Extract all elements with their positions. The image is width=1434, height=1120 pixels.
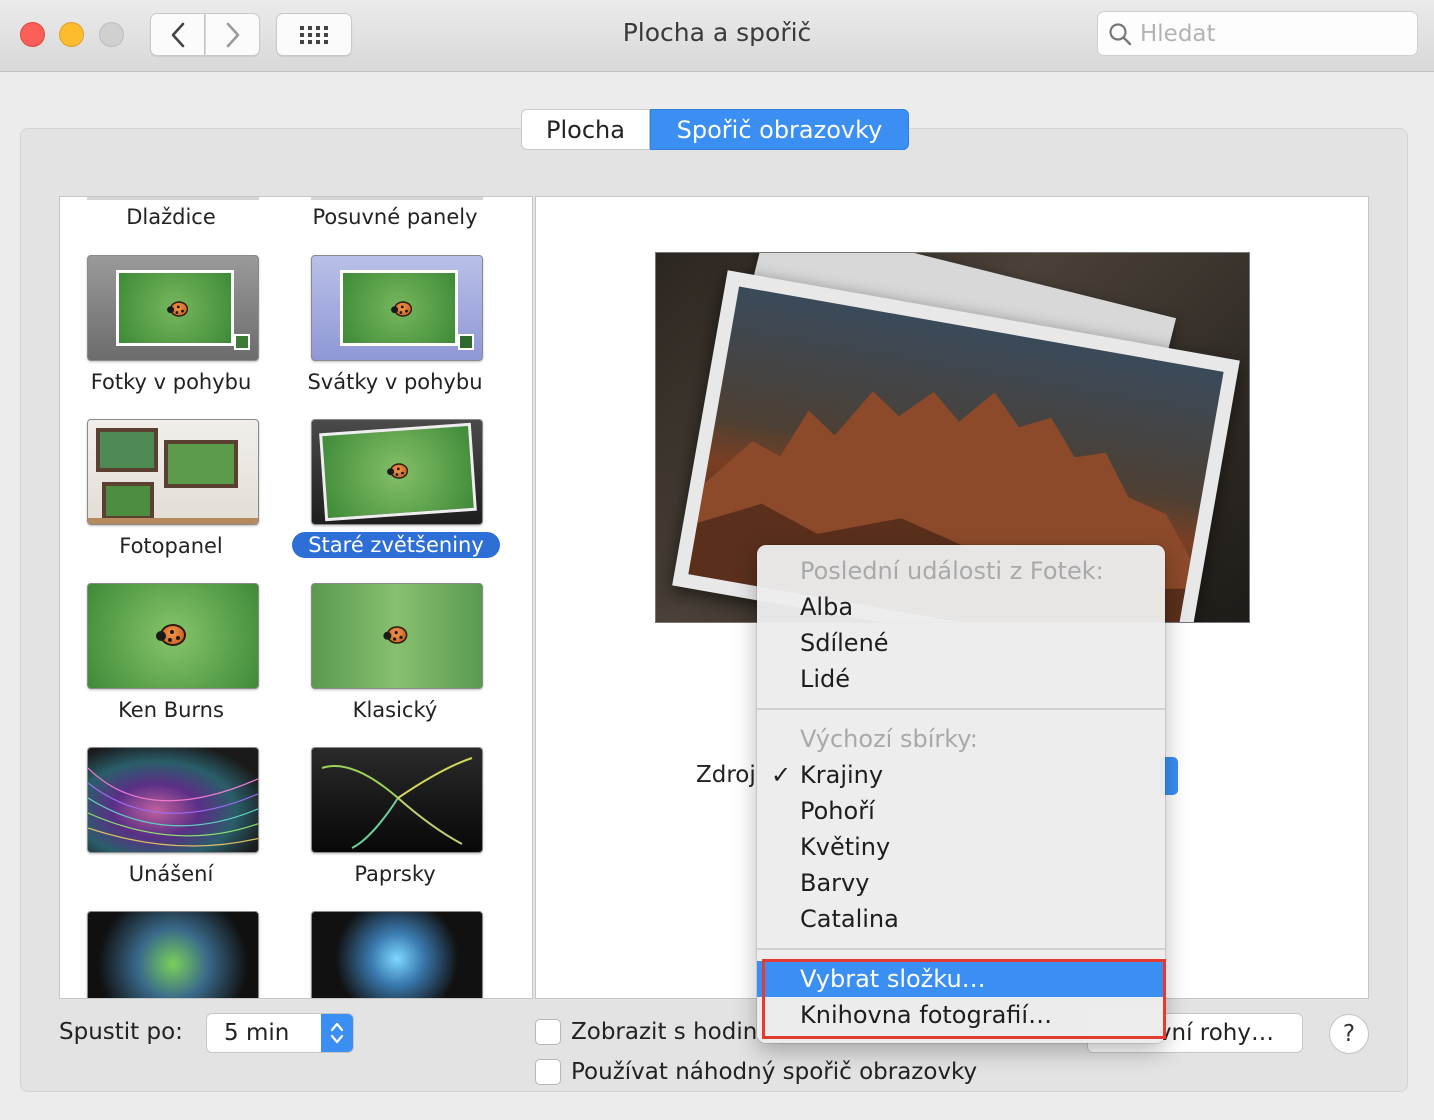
- start-after-label: Spustit po:: [59, 1019, 183, 1045]
- saver-thumb-fotky-v-pohybu[interactable]: [87, 255, 259, 361]
- saver-thumb-paprsky[interactable]: [311, 747, 483, 853]
- stepper-arrows-icon: [321, 1014, 353, 1052]
- search-input[interactable]: [1140, 20, 1410, 47]
- flurry-pattern: [321, 757, 473, 849]
- thumb-edge: [311, 197, 483, 200]
- menu-item-label: Krajiny: [800, 761, 884, 789]
- menu-item-catalina[interactable]: Catalina: [757, 901, 1165, 937]
- menu-item-sdilene[interactable]: Sdílené: [757, 625, 1165, 661]
- saver-label-fotky-v-pohybu[interactable]: Fotky v pohybu: [76, 370, 266, 394]
- menu-header-default: Výchozí sbírky:: [800, 725, 978, 753]
- show-clock-checkbox[interactable]: [535, 1019, 561, 1045]
- tab-desktop[interactable]: Plocha: [521, 109, 650, 150]
- saver-label-paprsky[interactable]: Paprsky: [300, 862, 490, 886]
- search-field[interactable]: [1097, 11, 1418, 56]
- saver-thumb-shell[interactable]: [311, 911, 483, 998]
- tab-screensaver[interactable]: Spořič obrazovky: [650, 109, 909, 150]
- saver-thumb-unaseni[interactable]: [87, 747, 259, 853]
- saver-label-unaseni[interactable]: Unášení: [76, 862, 266, 886]
- thumb-edge: [87, 197, 259, 200]
- saver-label-dlazdice[interactable]: Dlaždice: [76, 205, 266, 229]
- random-saver-label: Používat náhodný spořič obrazovky: [571, 1059, 978, 1085]
- title-bar: Plocha a spořič: [0, 0, 1434, 72]
- tab-bar: Plocha Spořič obrazovky: [521, 109, 909, 150]
- menu-item-choose-folder[interactable]: Vybrat složku…: [757, 961, 1165, 997]
- menu-item-pohori[interactable]: Pohoří: [757, 793, 1165, 829]
- saver-label-klasicky[interactable]: Klasický: [300, 698, 490, 722]
- saver-thumb-klasicky[interactable]: [311, 583, 483, 689]
- menu-header-recent: Poslední události z Fotek:: [800, 557, 1104, 585]
- show-clock-row[interactable]: Zobrazit s hodin: [535, 1019, 757, 1045]
- screensaver-list[interactable]: Dlaždice Posuvné panely Fotky v pohybu S…: [59, 196, 533, 999]
- menu-item-barvy[interactable]: Barvy: [757, 865, 1165, 901]
- source-popup-menu: Poslední události z Fotek: Alba Sdílené …: [757, 545, 1165, 1043]
- saver-label-svatky-v-pohybu[interactable]: Svátky v pohybu: [300, 370, 490, 394]
- help-button[interactable]: ?: [1329, 1014, 1369, 1054]
- saver-label-posuvne-panely[interactable]: Posuvné panely: [300, 205, 490, 229]
- saver-thumb-ken-burns[interactable]: [87, 583, 259, 689]
- saver-thumb-fotopanel[interactable]: [87, 419, 259, 525]
- search-icon: [1109, 22, 1132, 45]
- random-saver-row[interactable]: Používat náhodný spořič obrazovky: [535, 1059, 977, 1085]
- saver-thumb-stare-zvetseniny[interactable]: [311, 419, 483, 525]
- saver-thumb-arabesque[interactable]: [87, 911, 259, 998]
- saver-label-stare-zvetseniny[interactable]: Staré zvětšeniny: [292, 532, 500, 558]
- menu-item-lide[interactable]: Lidé: [757, 661, 1165, 697]
- menu-separator: [757, 948, 1165, 950]
- menu-separator: [757, 708, 1165, 710]
- saver-thumb-svatky-v-pohybu[interactable]: [311, 255, 483, 361]
- saver-label-ken-burns[interactable]: Ken Burns: [76, 698, 266, 722]
- menu-item-photo-library[interactable]: Knihovna fotografií…: [757, 997, 1165, 1033]
- saver-label-fotopanel[interactable]: Fotopanel: [76, 534, 266, 558]
- menu-item-krajiny[interactable]: ✓ Krajiny: [757, 757, 1165, 793]
- menu-item-kvetiny[interactable]: Květiny: [757, 829, 1165, 865]
- start-after-select[interactable]: 5 min: [206, 1013, 354, 1053]
- menu-item-alba[interactable]: Alba: [757, 589, 1165, 625]
- source-label: Zdroj: [696, 762, 756, 788]
- checkmark-icon: ✓: [771, 761, 792, 789]
- show-clock-label: Zobrazit s hodin: [571, 1019, 758, 1045]
- start-after-value: 5 min: [224, 1020, 290, 1046]
- drift-pattern: [88, 767, 258, 847]
- random-saver-checkbox[interactable]: [535, 1059, 561, 1085]
